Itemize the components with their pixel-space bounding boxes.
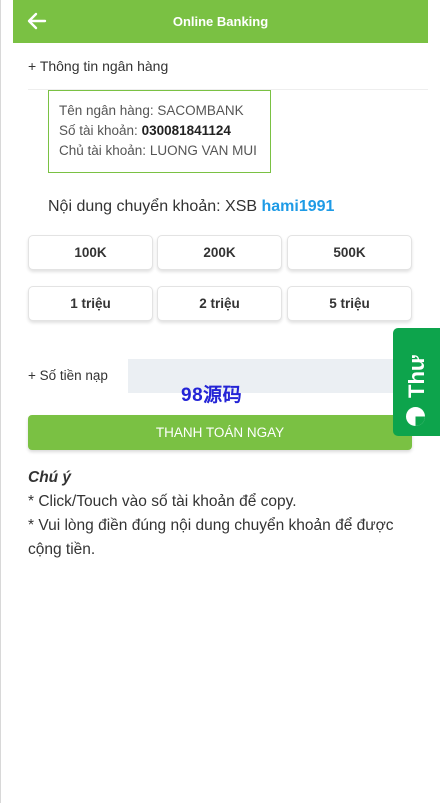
app-header: Online Banking <box>13 0 428 43</box>
page-title: Online Banking <box>172 14 269 29</box>
page: Online Banking + Thông tin ngân hàng Tên… <box>0 0 440 803</box>
account-number-label: Số tài khoản: <box>59 123 138 138</box>
amount-option-1-trieu[interactable]: 1 triệu <box>28 286 153 321</box>
chat-bubble-icon <box>406 407 425 426</box>
note-line-content: * Vui lòng điền đúng nội dung chuyển kho… <box>28 517 394 558</box>
note-line-copy: * Click/Touch vào số tài khoản để copy. <box>28 493 297 510</box>
watermark-text: 98源码 <box>181 385 243 406</box>
account-number-copy[interactable]: 030081841124 <box>142 123 231 138</box>
amount-option-100k[interactable]: 100K <box>28 235 153 270</box>
transfer-content: Nội dung chuyển khoản: XSB hami1991 <box>48 198 334 216</box>
side-message-tab[interactable]: Thư <box>393 328 440 436</box>
bank-info-box: Tên ngân hàng: SACOMBANK Số tài khoản: 0… <box>48 90 271 173</box>
account-number-row: Số tài khoản: 030081841124 <box>59 121 270 141</box>
transfer-code: hami1991 <box>261 198 335 215</box>
amount-option-500k[interactable]: 500K <box>287 235 412 270</box>
bank-name-value: SACOMBANK <box>157 103 244 118</box>
left-border <box>0 0 1 803</box>
notes-section: Chú ý * Click/Touch vào số tài khoản để … <box>28 466 418 562</box>
transfer-content-label: Nội dung chuyển khoản: <box>48 198 221 215</box>
account-holder-row: Chủ tài khoản: LUONG VAN MUI <box>59 141 270 161</box>
bank-name-row: Tên ngân hàng: SACOMBANK <box>59 101 270 121</box>
amount-label: + Số tiền nạp <box>28 368 108 383</box>
notes-title: Chú ý <box>28 469 72 486</box>
account-holder-label: Chủ tài khoản: <box>59 143 147 158</box>
amount-input[interactable] <box>128 359 412 393</box>
bank-name-label: Tên ngân hàng: <box>59 103 154 118</box>
pay-now-button[interactable]: THANH TOÁN NGAY <box>28 415 412 450</box>
transfer-prefix: XSB <box>225 198 258 215</box>
bank-info-title: + Thông tin ngân hàng <box>28 58 169 74</box>
account-holder-value: LUONG VAN MUI <box>149 143 257 158</box>
amount-option-200k[interactable]: 200K <box>157 235 282 270</box>
amount-option-5-trieu[interactable]: 5 triệu <box>287 286 412 321</box>
side-tab-label: Thư <box>404 355 429 398</box>
amount-option-2-trieu[interactable]: 2 triệu <box>157 286 282 321</box>
